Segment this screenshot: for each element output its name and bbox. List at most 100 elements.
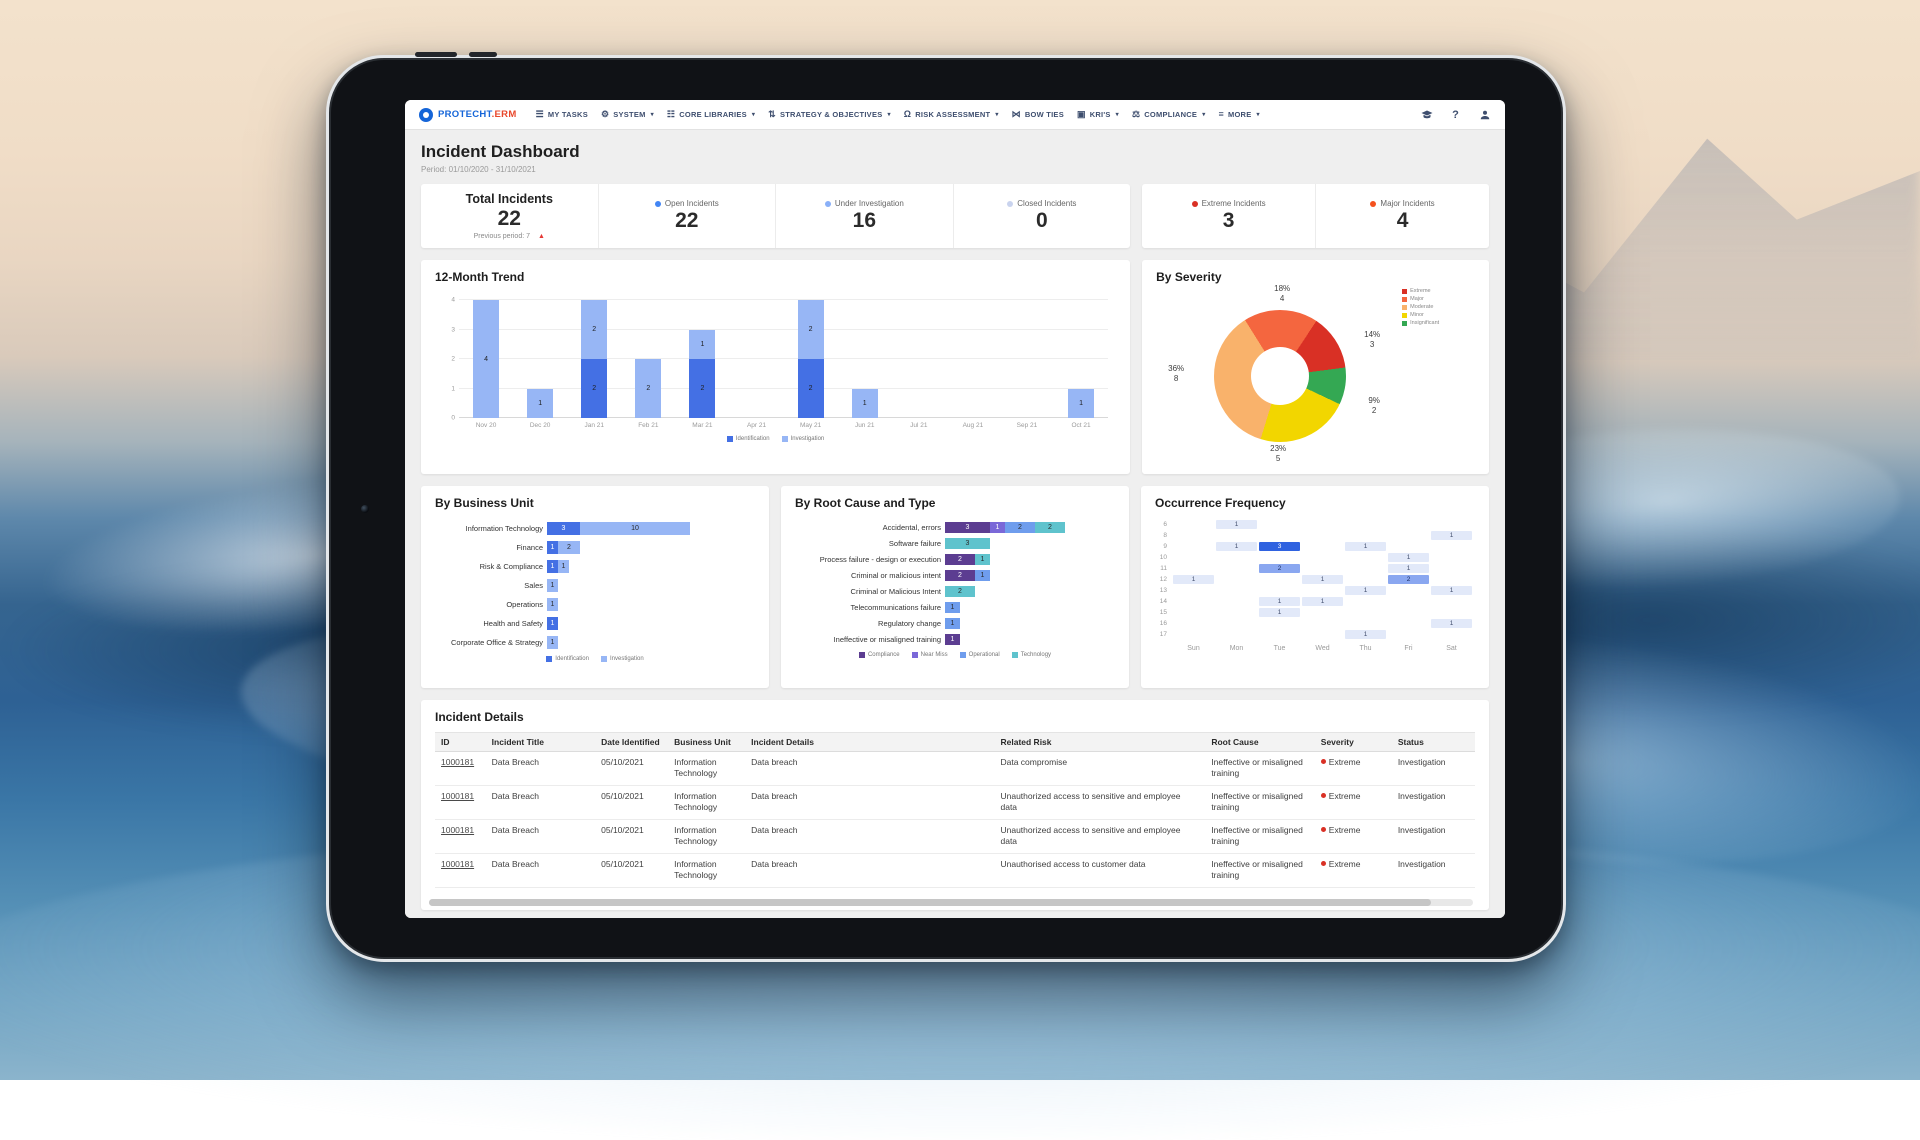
nav-item-compliance[interactable]: ⚖COMPLIANCE▾ xyxy=(1132,110,1206,119)
status-dot xyxy=(655,201,661,207)
cell-severity: Extreme xyxy=(1315,786,1392,820)
y-axis-tick: 1 xyxy=(443,385,455,392)
bar-segment-identification: 2 xyxy=(581,359,607,418)
help-glyph: ? xyxy=(1452,109,1459,121)
bar-column-dec-20: 1 xyxy=(513,389,567,419)
bar-segment-near-miss: 1 xyxy=(990,522,1005,533)
nav-item-core-libraries[interactable]: ☷CORE LIBRARIES▾ xyxy=(667,110,755,119)
brand-logo[interactable]: PROTECHT.ERM xyxy=(419,108,517,122)
bar-column-may-21: 22 xyxy=(784,300,838,418)
heatmap-cell-thu-9: 1 xyxy=(1345,542,1386,551)
cell-date: 05/10/2021 xyxy=(595,752,668,786)
legend-swatch xyxy=(1402,297,1407,302)
user-icon[interactable] xyxy=(1478,108,1491,121)
legend-label: Moderate xyxy=(1410,304,1433,310)
horizontal-scrollbar-thumb[interactable] xyxy=(429,899,1431,906)
nav-item-label: COMPLIANCE xyxy=(1144,110,1197,119)
heatmap-cell-thu-15 xyxy=(1345,608,1386,617)
cell-title: Data Breach xyxy=(486,786,595,820)
cell-date: 05/10/2021 xyxy=(595,820,668,854)
task-list-icon: ☰ xyxy=(536,110,544,119)
incident-details-card: Incident Details IDIncident TitleDate Id… xyxy=(421,700,1489,910)
kpi-row: Total Incidents22Previous period: 7▲Open… xyxy=(421,184,1489,248)
cell-business-unit: Information Technology xyxy=(668,786,745,820)
slice-value: 8 xyxy=(1156,374,1196,384)
hbar-bar: 21 xyxy=(945,554,990,565)
legend-label: Identification xyxy=(736,436,770,442)
heatmap-cell-fri-17 xyxy=(1388,630,1429,639)
table-header-severity: Severity xyxy=(1315,733,1392,752)
graduation-cap-icon[interactable] xyxy=(1420,108,1433,121)
hbar-category-label: Operations xyxy=(435,601,547,609)
bar-column-nov-20: 4 xyxy=(459,300,513,418)
bar-segment-investigation: 1 xyxy=(558,560,569,573)
slice-pct: 36% xyxy=(1156,364,1196,374)
legend-label: Technology xyxy=(1021,652,1051,658)
nav-item-my-tasks[interactable]: ☰MY TASKS xyxy=(536,110,588,119)
heatmap-cell-sun-15 xyxy=(1173,608,1214,617)
heatmap-cell-wed-11 xyxy=(1302,564,1343,573)
nav-item-label: CORE LIBRARIES xyxy=(679,110,747,119)
cell-details: Data breach xyxy=(745,752,994,786)
hbar-bar: 1 xyxy=(945,602,960,613)
heatmap-cell-thu-8 xyxy=(1345,531,1386,540)
charts-row-1: 12-Month Trend 0123441222122211 Nov 20De… xyxy=(421,260,1489,474)
kpi-label: Extreme Incidents xyxy=(1192,199,1266,208)
cell-related-risk: Unauthorised access to customer data xyxy=(994,854,1205,888)
heatmap-cell-fri-12: 2 xyxy=(1388,575,1429,584)
nav-item-risk-assessment[interactable]: ΩRISK ASSESSMENT▾ xyxy=(904,110,999,119)
bar-segment-technology: 3 xyxy=(945,538,990,549)
kpi-value: 4 xyxy=(1397,210,1409,232)
nav-item-strategy-objectives[interactable]: ⇅STRATEGY & OBJECTIVES▾ xyxy=(768,110,891,119)
cell-status: Investigation xyxy=(1392,820,1475,854)
heatmap-cell-mon-12 xyxy=(1216,575,1257,584)
incident-id-link[interactable]: 1000181 xyxy=(441,825,474,835)
occurrence-heatmap: 6181913110111211211213111411151161171Sun… xyxy=(1155,520,1475,652)
bar-segment-operational: 2 xyxy=(1005,522,1035,533)
key-icon: ⚖ xyxy=(1132,110,1140,119)
hbar-row-finance: Finance12 xyxy=(435,541,755,554)
kpi-major-incidents: Major Incidents4 xyxy=(1315,184,1489,248)
heatmap-cell-fri-13 xyxy=(1388,586,1429,595)
bar-column-jun-21: 1 xyxy=(838,389,892,419)
brand-icon xyxy=(419,108,433,122)
heatmap-cell-tue-10 xyxy=(1259,553,1300,562)
cell-root-cause: Ineffective or misaligned training xyxy=(1205,786,1314,820)
hbar-bar: 1 xyxy=(547,636,558,649)
hbar-category-label: Criminal or Malicious Intent xyxy=(795,588,945,596)
severity-donut-area: ExtremeMajorModerateMinorInsignificant 1… xyxy=(1156,284,1475,466)
hbar-row-software-failure: Software failure3 xyxy=(795,538,1115,549)
incident-id-link[interactable]: 1000181 xyxy=(441,791,474,801)
hbar-category-label: Risk & Compliance xyxy=(435,563,547,571)
nav-item-bow-ties[interactable]: ⋈BOW TIES xyxy=(1012,110,1064,119)
x-axis-label: Jan 21 xyxy=(567,422,621,429)
status-dot xyxy=(1007,201,1013,207)
kpi-label-text: Under Investigation xyxy=(835,199,904,208)
incident-id-link[interactable]: 1000181 xyxy=(441,757,474,767)
x-axis-label: Apr 21 xyxy=(729,422,783,429)
cell-id: 1000181 xyxy=(435,820,486,854)
heatmap-day-label: Mon xyxy=(1216,641,1257,652)
severity-legend: ExtremeMajorModerateMinorInsignificant xyxy=(1402,288,1439,326)
nav-item-system[interactable]: ⚙SYSTEM▾ xyxy=(601,110,654,119)
legend-swatch xyxy=(960,652,966,658)
stethoscope-icon: Ω xyxy=(904,110,911,119)
heatmap-cell-sun-6 xyxy=(1173,520,1214,529)
help-icon[interactable]: ? xyxy=(1449,108,1462,121)
legend-item-minor: Minor xyxy=(1402,312,1439,318)
heatmap-cell-tue-6 xyxy=(1259,520,1300,529)
cell-date: 05/10/2021 xyxy=(595,854,668,888)
heatmap-cell-tue-16 xyxy=(1259,619,1300,628)
status-dot xyxy=(825,201,831,207)
hbar-bar: 11 xyxy=(547,560,569,573)
incident-id-link[interactable]: 1000181 xyxy=(441,859,474,869)
heatmap-day-label: Thu xyxy=(1345,641,1386,652)
nav-item-more[interactable]: ≡MORE▾ xyxy=(1218,110,1259,119)
heatmap-cell-sun-11 xyxy=(1173,564,1214,573)
chevron-down-icon: ▾ xyxy=(1256,111,1259,118)
root-cause-legend: ComplianceNear MissOperationalTechnology xyxy=(795,652,1115,658)
bar-column-jan-21: 22 xyxy=(567,300,621,418)
nav-item-kri-s[interactable]: ▣KRI'S▾ xyxy=(1077,110,1119,119)
heatmap-cell-sun-10 xyxy=(1173,553,1214,562)
chevron-down-icon: ▾ xyxy=(1116,111,1119,118)
